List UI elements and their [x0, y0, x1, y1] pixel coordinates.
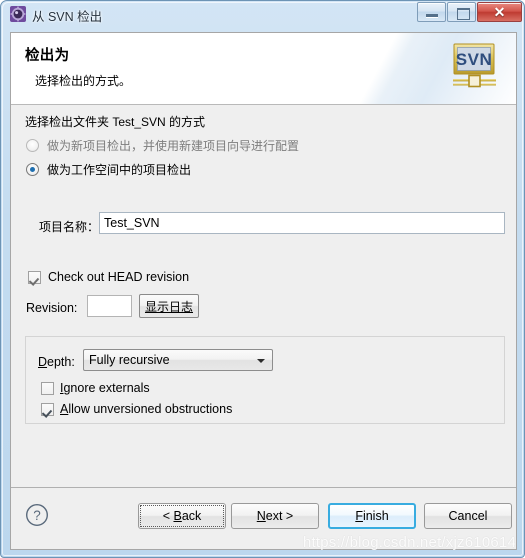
show-log-button[interactable]: 显示日志: [139, 294, 199, 318]
ignore-externals-label: Ignore externals: [60, 381, 150, 395]
close-button[interactable]: ✕: [477, 2, 522, 22]
radio-new-project-label: 做为新项目检出，并使用新建项目向导进行配置: [47, 139, 300, 153]
depth-select[interactable]: Fully recursive: [83, 349, 273, 371]
depth-select-value: Fully recursive: [89, 353, 170, 367]
button-bar: ? < Back Next > Finish Cancel: [11, 487, 516, 549]
finish-button-accel: F: [355, 509, 363, 523]
finish-button[interactable]: Finish: [328, 503, 416, 529]
cancel-button[interactable]: Cancel: [424, 503, 512, 529]
next-button[interactable]: Next >: [231, 503, 319, 529]
svg-text:SVN: SVN: [456, 50, 492, 69]
focus-ring: [140, 505, 224, 527]
checkout-head-revision-row[interactable]: Check out HEAD revision: [28, 270, 189, 284]
revision-label: Revision:: [26, 301, 78, 315]
ignore-externals-rest: gnore externals: [63, 381, 150, 395]
depth-label: Depth:: [38, 355, 75, 369]
revision-input[interactable]: [87, 295, 132, 317]
show-log-button-label: 显示日志: [144, 299, 193, 314]
maximize-button[interactable]: [447, 2, 476, 22]
depth-label-accel: D: [38, 355, 48, 369]
allow-unversioned-rest: llow unversioned obstructions: [68, 402, 233, 416]
help-icon[interactable]: ?: [25, 503, 49, 527]
radio-workspace-project-label: 做为工作空间中的项目检出: [47, 163, 192, 177]
radio-circle-selected-icon: [26, 163, 39, 176]
finish-button-post: inish: [362, 509, 389, 523]
dialog-window: 从 SVN 检出 ✕ 检出为 选择检出的方式。 SVN 选择检出文件夹 Test…: [0, 0, 525, 558]
window-controls: ✕: [416, 2, 522, 23]
maximize-icon: [457, 8, 470, 20]
title-bar: 从 SVN 检出 ✕: [1, 1, 525, 28]
svn-logo-icon: SVN: [447, 40, 502, 95]
depth-label-rest: epth:: [47, 355, 75, 369]
back-button[interactable]: < Back: [138, 503, 226, 529]
minimize-button[interactable]: [417, 2, 446, 22]
project-name-label: 项目名称：: [39, 220, 100, 234]
radio-workspace-project[interactable]: 做为工作空间中的项目检出: [26, 161, 191, 178]
allow-unversioned-obstructions-row[interactable]: Allow unversioned obstructions: [41, 402, 232, 416]
page-title: 检出为: [25, 48, 70, 64]
minimize-icon: [426, 14, 438, 18]
next-button-post: ext >: [265, 509, 294, 523]
radio-new-project[interactable]: 做为新项目检出，并使用新建项目向导进行配置: [26, 137, 299, 154]
content-area: 选择检出文件夹 Test_SVN 的方式 做为新项目检出，并使用新建项目向导进行…: [11, 105, 516, 487]
checkbox-checked-icon: [41, 402, 54, 416]
svn-gear-icon: [10, 6, 26, 22]
close-icon: ✕: [493, 4, 506, 20]
radio-circle-icon: [26, 139, 39, 152]
checkbox-unchecked-icon: [41, 381, 54, 395]
page-subtitle: 选择检出的方式。: [35, 74, 132, 88]
checkbox-checked-icon: [28, 270, 41, 284]
allow-unversioned-obstructions-label: Allow unversioned obstructions: [60, 402, 232, 416]
depth-group-box: Depth: Fully recursive Ignore externals …: [25, 336, 505, 424]
cancel-button-label: Cancel: [448, 509, 488, 523]
svg-text:?: ?: [33, 508, 41, 523]
ignore-externals-row[interactable]: Ignore externals: [41, 381, 150, 395]
project-name-input[interactable]: [99, 212, 505, 234]
next-button-accel: N: [256, 509, 266, 523]
wizard-header: 检出为 选择检出的方式。 SVN: [11, 33, 516, 105]
choose-method-label: 选择检出文件夹 Test_SVN 的方式: [25, 115, 206, 129]
window-title: 从 SVN 检出: [32, 10, 103, 24]
dialog-body: 检出为 选择检出的方式。 SVN 选择检出文件夹 Test_SVN 的方式 做为…: [10, 32, 517, 550]
checkout-head-revision-label: Check out HEAD revision: [48, 270, 190, 284]
chevron-down-icon: [257, 359, 265, 363]
